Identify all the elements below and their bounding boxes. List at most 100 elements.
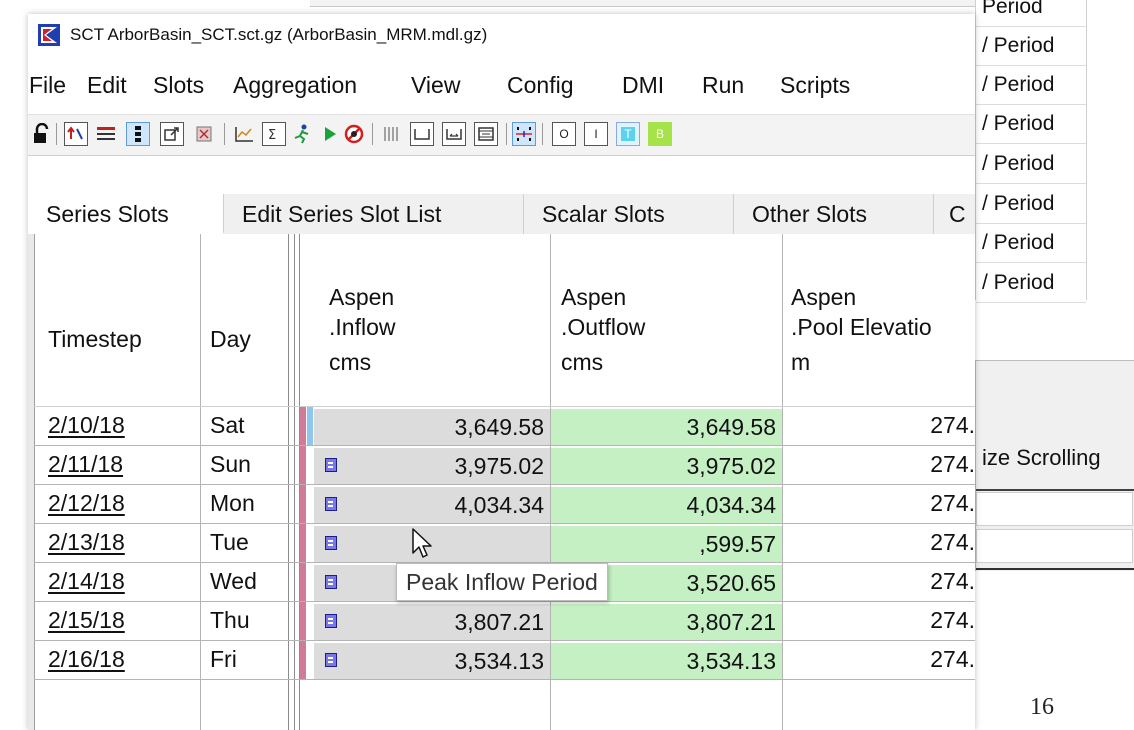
tab-scalar-slots[interactable]: Scalar Slots bbox=[524, 194, 734, 234]
background-list-row: Period bbox=[976, 0, 1086, 27]
note-icon[interactable] bbox=[325, 575, 337, 589]
t-format-icon[interactable]: T bbox=[616, 122, 640, 146]
outflow-cell[interactable]: 3,649.58 bbox=[551, 409, 782, 445]
menu-scripts[interactable]: Scripts bbox=[780, 72, 850, 99]
title-bar[interactable]: SCT ArborBasin_SCT.sct.gz (ArborBasin_MR… bbox=[28, 14, 975, 58]
fit-columns-icon[interactable] bbox=[474, 122, 498, 146]
i-format-icon[interactable]: I bbox=[584, 122, 608, 146]
day-cell[interactable]: Tue bbox=[210, 526, 286, 559]
note-icon[interactable] bbox=[325, 458, 337, 472]
note-icon[interactable] bbox=[325, 614, 337, 628]
column-header-line: .Pool Elevatio bbox=[791, 314, 932, 340]
column-header-line: Aspen bbox=[329, 284, 395, 310]
tab-edit-series-slot-list[interactable]: Edit Series Slot List bbox=[224, 194, 524, 234]
tab-other-slots[interactable]: Other Slots bbox=[734, 194, 934, 234]
timestep-cell[interactable]: 2/15/18 bbox=[48, 604, 198, 637]
timestep-cell[interactable]: 2/16/18 bbox=[48, 643, 198, 676]
svg-text:Σ: Σ bbox=[268, 128, 276, 142]
timestep-cell[interactable]: 2/14/18 bbox=[48, 565, 198, 598]
pool-elevation-cell[interactable]: 274. bbox=[783, 565, 975, 598]
day-cell[interactable]: Fri bbox=[210, 643, 286, 676]
pool-elevation-cell[interactable]: 274. bbox=[783, 604, 975, 637]
pool-elevation-cell[interactable]: 274. bbox=[783, 409, 975, 442]
timestep-cell[interactable]: 2/11/18 bbox=[48, 448, 198, 481]
outflow-cell[interactable]: 4,034.34 bbox=[551, 487, 782, 523]
day-cell[interactable]: Thu bbox=[210, 604, 286, 637]
header-day[interactable]: Day bbox=[210, 326, 251, 353]
timestep-cell[interactable]: 2/10/18 bbox=[48, 409, 198, 442]
slot-tabs: Series Slots Edit Series Slot List Scala… bbox=[28, 194, 975, 235]
close-window-icon[interactable] bbox=[192, 122, 216, 146]
menu-config[interactable]: Config bbox=[507, 72, 573, 99]
pool-elevation-cell[interactable]: 274. bbox=[783, 643, 975, 676]
unlock-icon[interactable] bbox=[30, 122, 54, 146]
day-cell[interactable]: Sun bbox=[210, 448, 286, 481]
row-status-strip bbox=[307, 446, 313, 485]
inflow-cell[interactable]: 3,807.21 bbox=[314, 604, 550, 640]
note-icon[interactable] bbox=[325, 653, 337, 667]
background-strip bbox=[310, 0, 976, 7]
open-window-icon[interactable] bbox=[160, 122, 184, 146]
tab-more[interactable]: C bbox=[934, 194, 975, 234]
background-list-row: / Period bbox=[976, 224, 1086, 263]
pool-elevation-cell[interactable]: 274. bbox=[783, 526, 975, 559]
outflow-cell[interactable]: 3,807.21 bbox=[551, 604, 782, 640]
pool-elevation-cell[interactable]: 274. bbox=[783, 487, 975, 520]
menu-run[interactable]: Run bbox=[702, 72, 744, 99]
menu-dmi[interactable]: DMI bbox=[622, 72, 664, 99]
inflow-cell[interactable]: 3,649.58 bbox=[314, 409, 550, 445]
day-cell[interactable]: Sat bbox=[210, 409, 286, 442]
statistics-icon[interactable]: Σ bbox=[262, 122, 286, 146]
filter-rows-icon[interactable] bbox=[94, 122, 118, 146]
menu-view[interactable]: View bbox=[411, 72, 460, 99]
column-header-units: m bbox=[791, 349, 811, 375]
line-plot-icon[interactable] bbox=[232, 122, 256, 146]
header-timestep[interactable]: Timestep bbox=[48, 326, 142, 353]
timestep-cell[interactable]: 2/13/18 bbox=[48, 526, 198, 559]
resize-columns-icon[interactable] bbox=[512, 122, 536, 146]
pool-elevation-cell[interactable]: 274. bbox=[783, 448, 975, 481]
outflow-cell[interactable]: ,599.57 bbox=[551, 526, 782, 562]
o-format-icon[interactable]: O bbox=[552, 122, 576, 146]
page-number: 16 bbox=[1030, 694, 1054, 720]
play-icon[interactable] bbox=[318, 122, 342, 146]
inflow-cell[interactable]: 3,975.02 bbox=[314, 448, 550, 484]
menu-edit[interactable]: Edit bbox=[87, 72, 127, 99]
b-format-icon[interactable]: B bbox=[648, 122, 672, 146]
day-cell[interactable]: Mon bbox=[210, 487, 286, 520]
row-status-strip bbox=[307, 407, 313, 446]
background-list-row: / Period bbox=[976, 145, 1086, 184]
note-icon[interactable] bbox=[325, 497, 337, 511]
grid-divider bbox=[288, 234, 289, 730]
inflow-cell[interactable]: 4,034.34 bbox=[314, 487, 550, 523]
row-status-strip bbox=[300, 446, 306, 485]
run-simulation-icon[interactable] bbox=[290, 122, 314, 146]
riverware-app-icon bbox=[38, 24, 60, 46]
row-status-strip bbox=[307, 602, 313, 641]
row-status-strip bbox=[307, 563, 313, 602]
menu-bar: File Edit Slots Aggregation View Config … bbox=[28, 72, 975, 106]
row-divider bbox=[34, 679, 975, 680]
menu-slots[interactable]: Slots bbox=[153, 72, 204, 99]
inflow-cell[interactable]: 3,534.13 bbox=[314, 643, 550, 679]
timestep-cell[interactable]: 2/12/18 bbox=[48, 487, 198, 520]
day-cell[interactable]: Wed bbox=[210, 565, 286, 598]
tab-series-slots[interactable]: Series Slots bbox=[28, 194, 224, 234]
note-icon[interactable] bbox=[325, 536, 337, 550]
stop-icon[interactable] bbox=[342, 122, 366, 146]
scrolling-option-label: ize Scrolling bbox=[982, 445, 1101, 470]
outflow-cell[interactable]: 3,534.13 bbox=[551, 643, 782, 679]
menu-file[interactable]: File bbox=[29, 72, 66, 99]
align-bottom-icon[interactable] bbox=[410, 122, 434, 146]
menu-aggregation[interactable]: Aggregation bbox=[233, 72, 357, 99]
background-field[interactable] bbox=[976, 529, 1133, 563]
row-status-strip bbox=[307, 485, 313, 524]
outflow-cell[interactable]: 3,975.02 bbox=[551, 448, 782, 484]
column-view-icon[interactable] bbox=[126, 122, 150, 146]
grid-lines-icon[interactable] bbox=[380, 122, 404, 146]
expand-horizontal-icon[interactable] bbox=[442, 122, 466, 146]
grid-left-gutter bbox=[28, 234, 35, 730]
background-field[interactable] bbox=[976, 492, 1133, 526]
row-status-strip bbox=[300, 602, 306, 641]
sort-arrows-icon[interactable] bbox=[64, 122, 88, 146]
